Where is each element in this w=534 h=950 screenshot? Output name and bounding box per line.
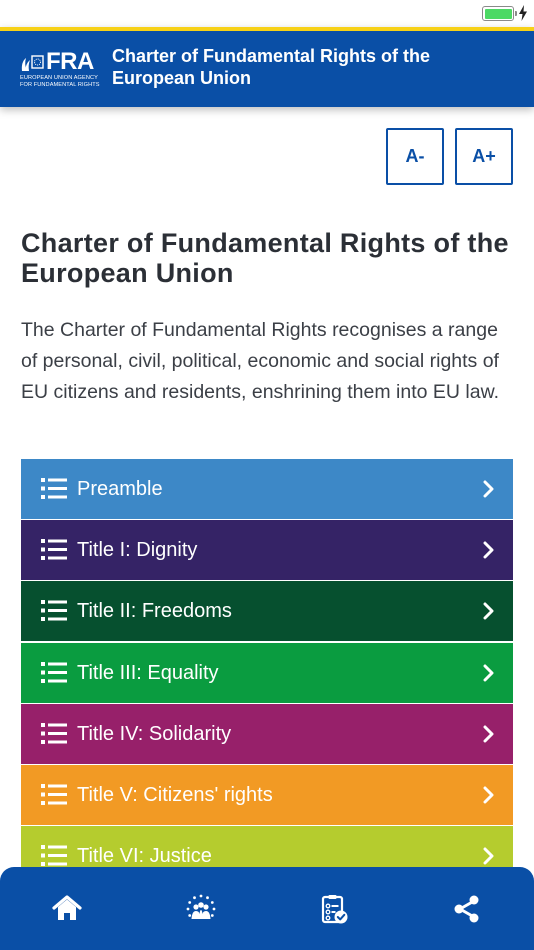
battery-icon: [482, 6, 517, 21]
menu-item-title-i-dignity[interactable]: Title I: Dignity: [21, 520, 513, 581]
list-icon: [41, 845, 67, 867]
nav-share-button[interactable]: [447, 889, 487, 929]
menu-item-title-ii-freedoms[interactable]: Title II: Freedoms: [21, 581, 513, 642]
chevron-right-icon: [483, 541, 494, 559]
menu-item-label: Title V: Citizens' rights: [77, 783, 273, 806]
list-icon: [41, 783, 67, 805]
menu-item-title-iv-solidarity[interactable]: Title IV: Solidarity: [21, 703, 513, 764]
menu-item-label: Title I: Dignity: [77, 539, 198, 562]
logo-subtext: EUROPEAN UNION AGENCY FOR FUNDAMENTAL RI…: [20, 75, 100, 88]
list-icon: [41, 539, 67, 561]
page-title: Charter of Fundamental Rights of the Eur…: [21, 228, 509, 288]
menu-item-title-iii-equality[interactable]: Title III: Equality: [21, 642, 513, 703]
chevron-right-icon: [483, 664, 494, 682]
eu-community-icon: [186, 894, 216, 919]
chevron-right-icon: [483, 602, 494, 620]
list-icon: [41, 478, 67, 499]
nav-eu-community-button[interactable]: [181, 889, 221, 929]
charging-icon: [519, 5, 527, 21]
chevron-right-icon: [483, 786, 494, 804]
chevron-right-icon: [483, 847, 494, 865]
bottom-nav: [0, 867, 534, 950]
chevron-right-icon: [483, 480, 494, 498]
menu-item-label: Title II: Freedoms: [77, 600, 232, 623]
status-bar: [0, 0, 534, 27]
menu-item-label: Title IV: Solidarity: [77, 722, 232, 745]
list-icon: [41, 600, 67, 622]
fra-logo: FRA EUROPEAN UNION AGENCY FOR FUNDAMENTA…: [20, 48, 104, 89]
menu-item-title-v-citizens-rights[interactable]: Title V: Citizens' rights: [21, 764, 513, 825]
menu-item-label: Title III: Equality: [77, 661, 219, 684]
share-icon: [454, 895, 479, 923]
menu-item-preamble[interactable]: Preamble: [21, 459, 513, 519]
nav-home-button[interactable]: [47, 889, 87, 929]
page-description: The Charter of Fundamental Rights recogn…: [21, 319, 499, 403]
header-title: Charter of Fundamental Rights of the Eur…: [112, 46, 431, 88]
home-icon: [52, 895, 82, 920]
nav-checklist-button[interactable]: [314, 889, 354, 929]
fra-emblem-icon: [21, 55, 44, 71]
checklist-icon: [321, 895, 348, 924]
list-icon: [41, 661, 67, 683]
decrease-font-button[interactable]: A-: [386, 128, 444, 185]
increase-font-button[interactable]: A+: [455, 128, 513, 185]
charter-menu: Preamble Title I: Dignity Title II: Free…: [21, 459, 513, 887]
app-header: FRA EUROPEAN UNION AGENCY FOR FUNDAMENTA…: [0, 27, 534, 107]
menu-item-label: Preamble: [77, 478, 163, 500]
chevron-right-icon: [483, 725, 494, 743]
logo-text: FRA: [46, 48, 94, 75]
list-icon: [41, 722, 67, 744]
